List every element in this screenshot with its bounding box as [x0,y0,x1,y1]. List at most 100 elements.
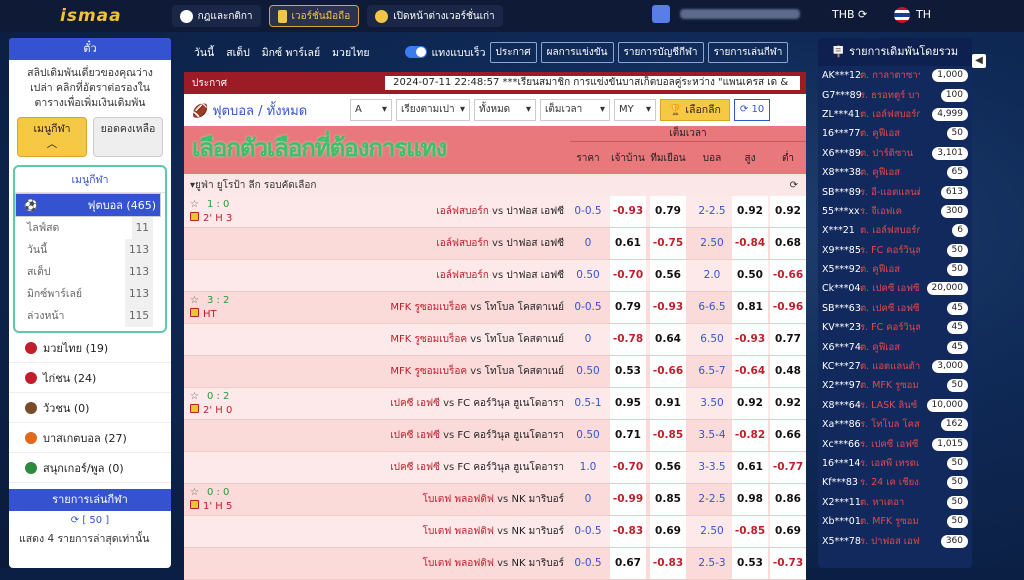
tab-balance[interactable]: ยอดคงเหลือ [93,117,163,157]
user-info[interactable] [652,5,800,23]
bet-list-item: X6***74 ต. คูฟีเอส 45 [818,337,972,356]
under-odds[interactable]: -0.77 [770,452,806,483]
home-odds[interactable]: -0.99 [610,484,646,515]
home-odds[interactable]: -0.78 [610,324,646,355]
under-odds[interactable]: -0.96 [770,292,806,323]
sort-select[interactable]: เรียงตามเปา ▾ [396,99,470,121]
under-odds[interactable]: 0.77 [770,324,806,355]
home-odds[interactable]: -0.70 [610,452,646,483]
under-odds[interactable]: -0.73 [770,548,806,579]
over-odds[interactable]: -0.64 [732,356,768,387]
collapse-panel-icon[interactable]: ◀ [972,54,986,68]
sub-menu-item[interactable]: ไลฟ์สด 11 [15,217,165,239]
under-odds[interactable]: 0.66 [770,420,806,451]
over-odds[interactable]: -0.85 [732,516,768,547]
currency-balance[interactable]: THB ⟳ [832,8,867,21]
over-odds[interactable]: 0.98 [732,484,768,515]
home-odds[interactable]: 0.53 [610,356,646,387]
bet-list-item: Xb***01 ต. MFK รูซอม 50 [818,512,972,531]
away-odds[interactable]: 0.64 [650,324,686,355]
over-odds[interactable]: -0.82 [732,420,768,451]
away-odds[interactable]: 0.56 [650,260,686,291]
col-under: ต่ำ [781,153,795,164]
star-icon[interactable]: ☆ [190,199,199,210]
away-odds[interactable]: 0.69 [650,516,686,547]
sub-menu-item[interactable]: ล่วงหน้า 115 [15,305,165,327]
away-odds[interactable]: 0.85 [650,484,686,515]
under-odds[interactable]: 0.92 [770,196,806,227]
home-odds[interactable]: 0.79 [610,292,646,323]
live-icon [190,403,199,413]
under-odds[interactable]: 0.48 [770,356,806,387]
star-icon[interactable]: ☆ [190,295,199,306]
announcement-button[interactable]: ประกาศ [489,41,537,63]
refresh-button[interactable]: ⟳ 10 [733,99,771,121]
away-odds[interactable]: -0.66 [650,356,686,387]
over-odds[interactable]: 0.53 [732,548,768,579]
fast-bet-toggle[interactable] [405,46,428,58]
thai-flag-icon[interactable] [894,7,910,23]
home-odds[interactable]: 0.71 [610,420,646,451]
under-odds[interactable]: 0.92 [770,388,806,419]
sub-menu-item[interactable]: มิกซ์พาร์เลย์ 113 [15,283,165,305]
away-odds[interactable]: -0.85 [650,420,686,451]
star-icon[interactable]: ☆ [190,487,199,498]
market-select[interactable]: ทั้งหมด ▾ [474,99,536,121]
league-refresh-icon[interactable]: ⟳ [790,180,798,191]
sport-item[interactable]: สนุกเกอร์/พูล (0) [9,453,171,483]
over-odds[interactable]: 0.81 [732,292,768,323]
filter-a-select[interactable]: A ▾ [350,99,392,121]
language-selector[interactable]: TH [916,8,931,21]
sub-menu-item[interactable]: สเต็ป 113 [15,261,165,283]
under-odds[interactable]: 0.68 [770,228,806,259]
star-icon[interactable]: ☆ [190,391,199,402]
home-odds[interactable]: 0.67 [610,548,646,579]
nav-muay-thai[interactable]: มวยไทย [332,44,369,61]
home-odds[interactable]: 0.95 [610,388,646,419]
odds-type-select[interactable]: MY ▾ [614,99,656,121]
logo[interactable]: ismaa [60,6,122,26]
bet-list-button[interactable]: รายการเล่นกีฬา [707,41,789,63]
over-odds[interactable]: 0.92 [732,388,768,419]
over-odds[interactable]: -0.93 [732,324,768,355]
sport-item[interactable]: มวยไทย (19) [9,333,171,363]
home-odds[interactable]: 0.61 [610,228,646,259]
over-odds[interactable]: 0.92 [732,196,768,227]
nav-today[interactable]: วันนี้ [194,44,214,61]
sport-item[interactable]: ไก่ชน (24) [9,363,171,393]
sport-football[interactable]: ⚽ ฟุตบอล (465) [15,193,161,217]
under-odds[interactable]: 0.69 [770,516,806,547]
tab-sports-menu[interactable]: เมนูกีฬา ︿ [17,117,87,157]
old-version-button[interactable]: เปิดหน้าต่างเวอร์ชั่นเก่า [367,5,503,27]
under-odds[interactable]: 0.86 [770,484,806,515]
choose-league-button[interactable]: 🏆 เลือกลีก [660,99,730,121]
goal-line: 2-2.5 [698,493,726,505]
period-select[interactable]: เต็มเวลา ▾ [540,99,610,121]
recent-bets-refresh[interactable]: ⟳ [ 50 ] [9,511,171,530]
league-header[interactable]: ▾ ยูฟ่า ยูโรป้า ลีก รอบคัดเลือก ⟳ [184,174,806,196]
announcement-ticker: ประกาศ 2024-07-11 22:48:57 ***เรียนสมาชิ… [184,72,806,94]
over-odds[interactable]: -0.84 [732,228,768,259]
away-odds[interactable]: -0.93 [650,292,686,323]
over-odds[interactable]: 0.50 [732,260,768,291]
nav-mix-parlay[interactable]: มิกซ์ พาร์เลย์ [262,44,320,61]
under-odds[interactable]: -0.66 [770,260,806,291]
away-odds[interactable]: 0.56 [650,452,686,483]
home-odds[interactable]: -0.70 [610,260,646,291]
away-odds[interactable]: 0.79 [650,196,686,227]
sub-menu-item[interactable]: วันนี้ 113 [15,239,165,261]
handicap-line: 0-0.5 [574,301,602,313]
home-odds[interactable]: -0.93 [610,196,646,227]
statement-button[interactable]: รายการบัญชีกีฬา [617,41,704,63]
away-odds[interactable]: -0.83 [650,548,686,579]
over-odds[interactable]: 0.61 [732,452,768,483]
nav-step[interactable]: สเต็ป [226,44,249,61]
away-odds[interactable]: 0.91 [650,388,686,419]
rules-button[interactable]: กฎและกติกา [171,5,261,27]
mobile-version-button[interactable]: เวอร์ชั่นมือถือ [268,5,360,27]
results-button[interactable]: ผลการแข่งขัน [540,41,614,63]
sport-item[interactable]: บาสเกตบอล (27) [9,423,171,453]
away-odds[interactable]: -0.75 [650,228,686,259]
home-odds[interactable]: -0.83 [610,516,646,547]
sport-item[interactable]: วัวชน (0) [9,393,171,423]
